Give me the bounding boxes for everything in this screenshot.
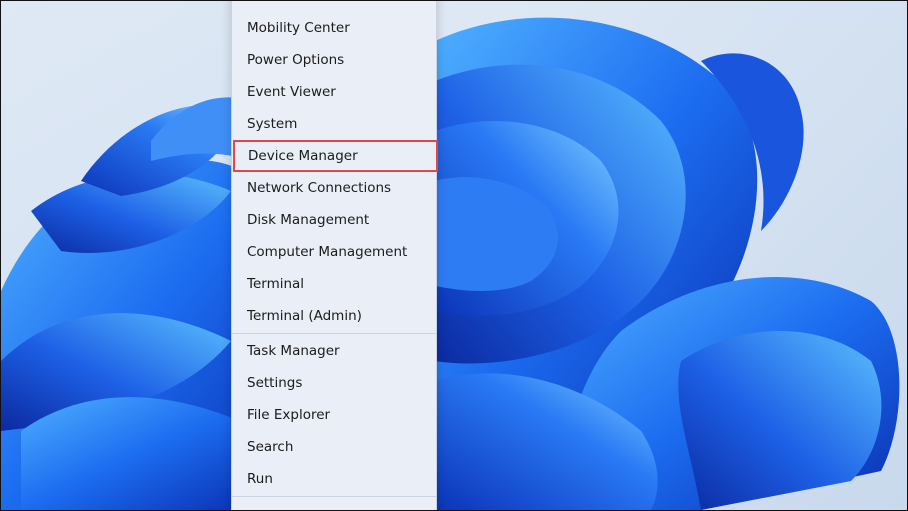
menu-item-file-explorer[interactable]: File Explorer [232,399,436,431]
menu-item-computer-management[interactable]: Computer Management [232,236,436,268]
menu-item-terminal[interactable]: Terminal [232,268,436,300]
menu-item-network-connections[interactable]: Network Connections [232,172,436,204]
menu-item-power-options[interactable]: Power Options [232,44,436,76]
menu-item-task-manager[interactable]: Task Manager [232,335,436,367]
desktop-wallpaper [1,1,907,510]
menu-item-mobility-center[interactable]: Mobility Center [232,12,436,44]
menu-item-event-viewer[interactable]: Event Viewer [232,76,436,108]
desktop-frame: Mobility Center Power Options Event View… [0,0,908,511]
menu-item-search[interactable]: Search [232,431,436,463]
menu-item-run[interactable]: Run [232,463,436,495]
menu-item-device-manager[interactable]: Device Manager [233,140,438,172]
menu-item-terminal-admin[interactable]: Terminal (Admin) [232,300,436,332]
menu-separator-bottom [232,496,436,497]
menu-item-settings[interactable]: Settings [232,367,436,399]
menu-item-system[interactable]: System [232,108,436,140]
menu-item-disk-management[interactable]: Disk Management [232,204,436,236]
menu-separator [232,333,436,334]
winx-context-menu: Mobility Center Power Options Event View… [231,1,438,510]
